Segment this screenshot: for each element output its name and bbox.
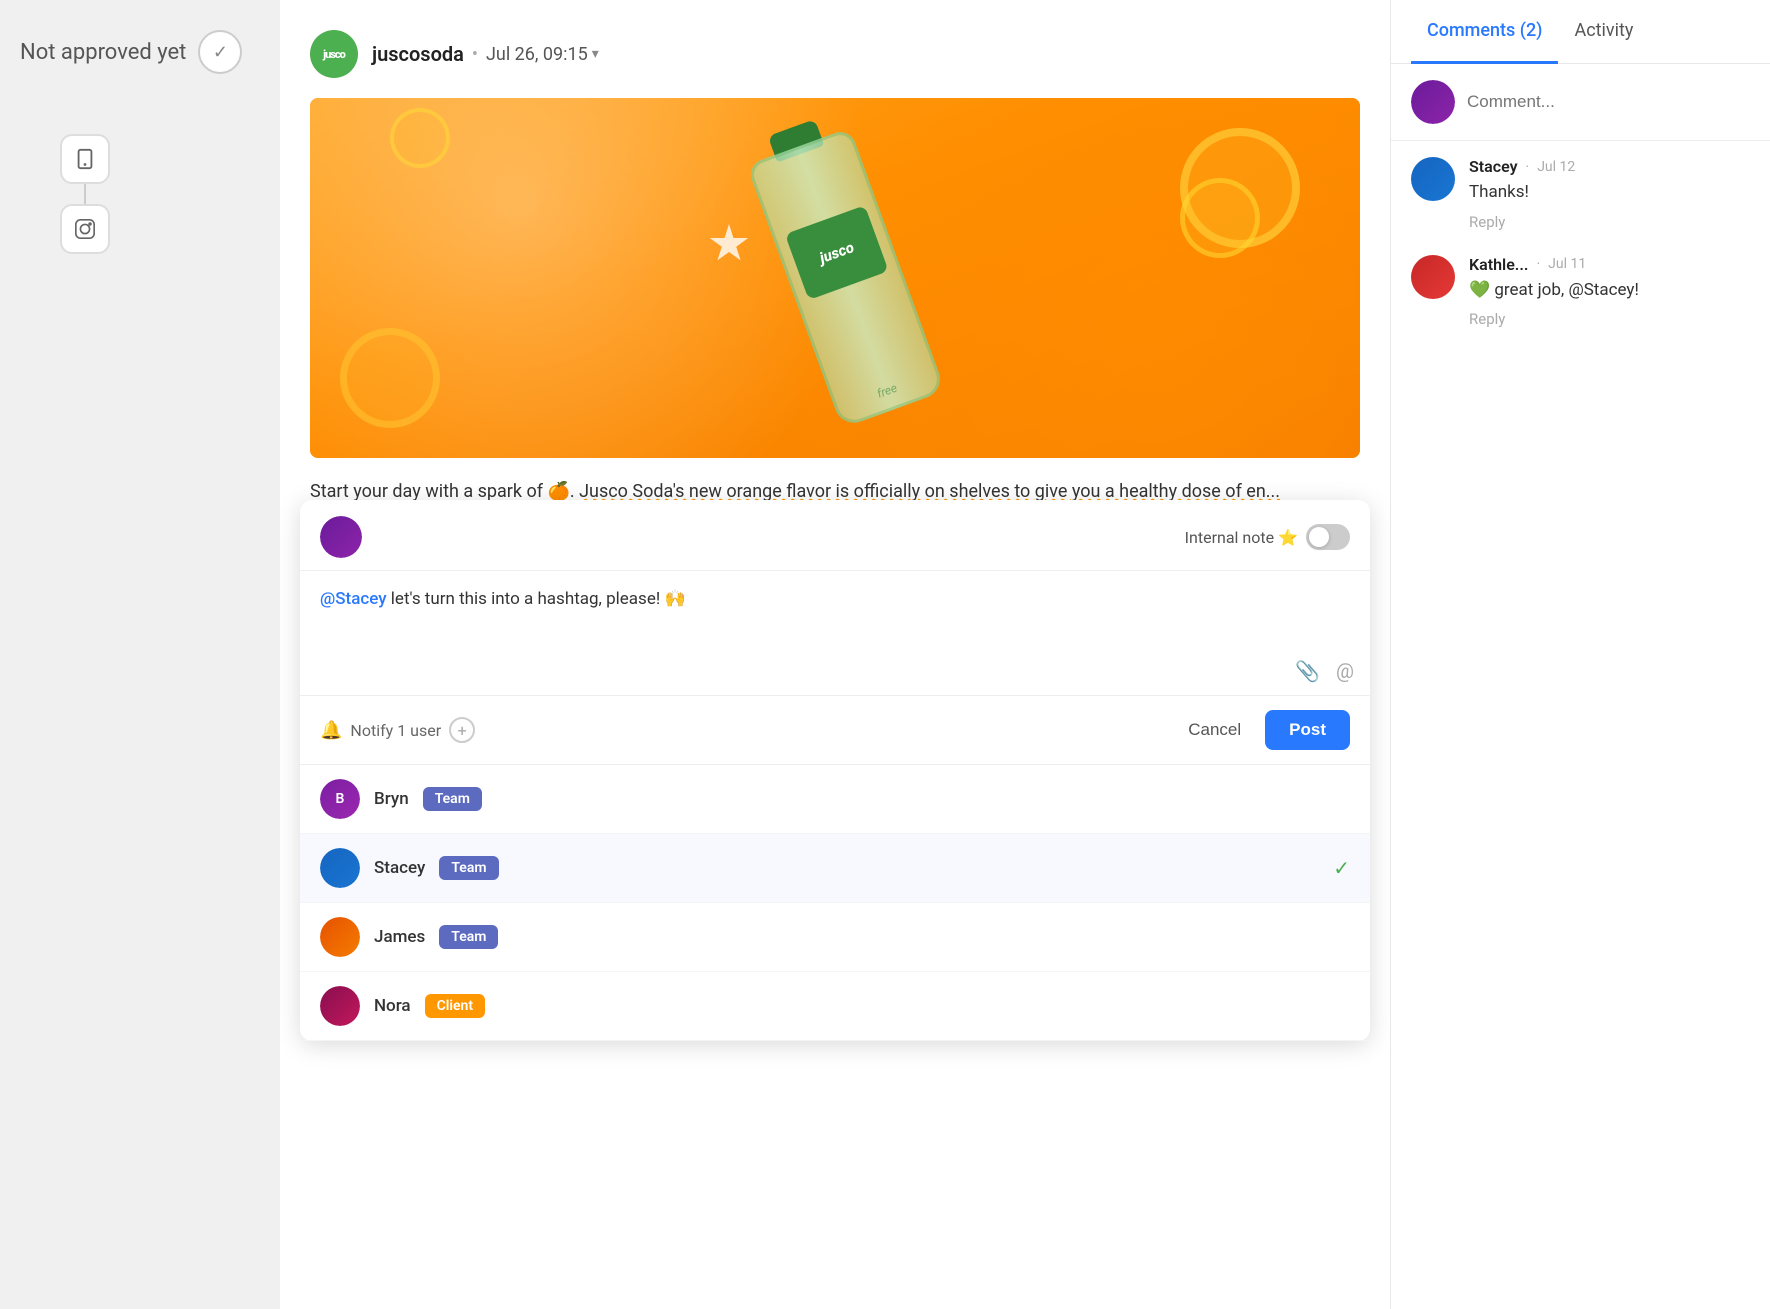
bryn-avatar: B xyxy=(320,779,360,819)
comment-item: Kathle... · Jul 11 💚 great job, @Stacey!… xyxy=(1411,255,1750,329)
list-item[interactable]: B Bryn Team xyxy=(300,765,1370,834)
comment-content: Thanks! xyxy=(1469,180,1575,206)
post-button[interactable]: Post xyxy=(1265,710,1350,750)
comment-date-value: Jul 11 xyxy=(1548,256,1586,272)
comment-popup-header: Internal note ⭐ xyxy=(300,500,1370,571)
status-area: Not approved yet ✓ xyxy=(20,30,242,74)
status-text: Not approved yet xyxy=(20,40,186,65)
brand-initial: jusco xyxy=(323,48,345,61)
post-time: Jul 26, 09:15 ▾ xyxy=(486,44,599,65)
comment-body-text: let's turn this into a hashtag, please! … xyxy=(391,589,686,609)
comment-popup: Internal note ⭐ @Stacey let's turn this … xyxy=(300,500,1370,1041)
stacey-comment-avatar xyxy=(1411,157,1455,201)
comment-content: 💚 great job, @Stacey! xyxy=(1469,278,1639,304)
add-notify-button[interactable]: + xyxy=(449,717,475,743)
comment-input-area xyxy=(1391,64,1770,141)
comment-date-value: Jul 12 xyxy=(1537,159,1575,175)
post-meta: juscosoda • Jul 26, 09:15 ▾ xyxy=(372,42,599,66)
list-item[interactable]: Stacey Team ✓ xyxy=(300,834,1370,903)
list-item[interactable]: James Team xyxy=(300,903,1370,972)
composer-avatar xyxy=(320,516,362,558)
device-icons xyxy=(60,134,110,254)
post-caption-highlight: Jusco Soda's new orange flavor is offici… xyxy=(579,481,1280,502)
toggle-knob xyxy=(1309,527,1329,547)
nora-avatar xyxy=(320,986,360,1026)
bryn-badge: Team xyxy=(423,787,482,811)
mention-text: @Stacey xyxy=(320,589,387,609)
approve-button[interactable]: ✓ xyxy=(198,30,242,74)
bell-icon: 🔔 xyxy=(320,720,342,741)
comment-input[interactable] xyxy=(1467,92,1750,112)
comment-author-line: Stacey · Jul 12 xyxy=(1469,157,1575,176)
reply-button[interactable]: Reply xyxy=(1469,310,1505,328)
orange-slice-2 xyxy=(1180,178,1260,258)
user-list: B Bryn Team Stacey Team ✓ James T xyxy=(300,764,1370,1041)
post-image-inner: jusco free xyxy=(310,98,1360,458)
device-connector xyxy=(84,184,86,204)
mobile-icon[interactable] xyxy=(60,134,110,184)
comment-author-line: Kathle... · Jul 11 xyxy=(1469,255,1639,274)
bryn-name: Bryn xyxy=(374,789,409,809)
internal-note-label: Internal note ⭐ xyxy=(1185,528,1298,547)
reply-button[interactable]: Reply xyxy=(1469,213,1505,231)
tab-activity[interactable]: Activity xyxy=(1558,0,1649,64)
attachment-icon[interactable]: 📎 xyxy=(1295,659,1320,683)
james-avatar-img xyxy=(320,917,360,957)
right-panel: Comments (2) Activity Stacey · Jul 12 Th xyxy=(1390,0,1770,1309)
post-username: juscosoda xyxy=(372,42,464,66)
bryn-avatar-img: B xyxy=(320,779,360,819)
stacey-name: Stacey xyxy=(374,858,425,878)
main-content: jusco juscosoda • Jul 26, 09:15 ▾ j xyxy=(280,0,1390,1309)
nora-avatar-img xyxy=(320,986,360,1026)
notify-label: Notify 1 user xyxy=(350,721,441,740)
list-item[interactable]: Nora Client xyxy=(300,972,1370,1041)
internal-note-toggle[interactable] xyxy=(1306,524,1350,550)
comment-text-area[interactable]: @Stacey let's turn this into a hashtag, … xyxy=(300,571,1370,651)
tabs: Comments (2) Activity xyxy=(1391,0,1770,64)
kathle-comment-avatar xyxy=(1411,255,1455,299)
comment-footer: 🔔 Notify 1 user + Cancel Post xyxy=(300,695,1370,764)
bottle-tagline: free xyxy=(875,381,899,401)
stacey-selected-icon: ✓ xyxy=(1333,856,1350,880)
post-image: jusco free xyxy=(310,98,1360,458)
bottle-label: jusco xyxy=(785,205,889,300)
bottle: jusco free xyxy=(746,128,945,429)
orange-slice-4 xyxy=(390,108,450,168)
starburst xyxy=(709,224,749,264)
left-sidebar: Not approved yet ✓ xyxy=(0,0,280,1309)
chevron-down-icon[interactable]: ▾ xyxy=(592,46,599,62)
cancel-button[interactable]: Cancel xyxy=(1176,712,1253,748)
comment-toolbar: 📎 @ xyxy=(300,651,1370,695)
nora-badge: Client xyxy=(425,994,485,1018)
bottle-body: jusco free xyxy=(746,128,945,429)
commenter-avatar xyxy=(1411,80,1455,124)
footer-actions: Cancel Post xyxy=(1176,710,1350,750)
nora-name: Nora xyxy=(374,996,411,1016)
post-header: jusco juscosoda • Jul 26, 09:15 ▾ xyxy=(310,30,1360,78)
stacey-avatar-img xyxy=(320,848,360,888)
comments-list: Stacey · Jul 12 Thanks! Reply Kathle... … xyxy=(1391,141,1770,1309)
mention-icon[interactable]: @ xyxy=(1336,659,1354,683)
james-badge: Team xyxy=(439,925,498,949)
notify-area: 🔔 Notify 1 user + xyxy=(320,717,475,743)
brand-avatar: jusco xyxy=(310,30,358,78)
comment-date: · xyxy=(1526,159,1530,175)
kathle-comment-body: Kathle... · Jul 11 💚 great job, @Stacey!… xyxy=(1469,255,1639,329)
comment-item: Stacey · Jul 12 Thanks! Reply xyxy=(1411,157,1750,231)
stacey-comment-body: Stacey · Jul 12 Thanks! Reply xyxy=(1469,157,1575,231)
star-icon: ⭐ xyxy=(1278,528,1298,547)
composer-avatar-img xyxy=(320,516,362,558)
comment-author: Stacey xyxy=(1469,157,1518,176)
internal-note-area: Internal note ⭐ xyxy=(1185,524,1350,550)
orange-slice-3 xyxy=(340,328,440,428)
stacey-badge: Team xyxy=(439,856,498,880)
comment-date: · xyxy=(1536,256,1540,272)
commenter-avatar-img xyxy=(1411,80,1455,124)
comment-author: Kathle... xyxy=(1469,255,1528,274)
stacey-avatar xyxy=(320,848,360,888)
tab-comments[interactable]: Comments (2) xyxy=(1411,0,1558,64)
james-name: James xyxy=(374,927,425,947)
instagram-icon[interactable] xyxy=(60,204,110,254)
james-avatar xyxy=(320,917,360,957)
